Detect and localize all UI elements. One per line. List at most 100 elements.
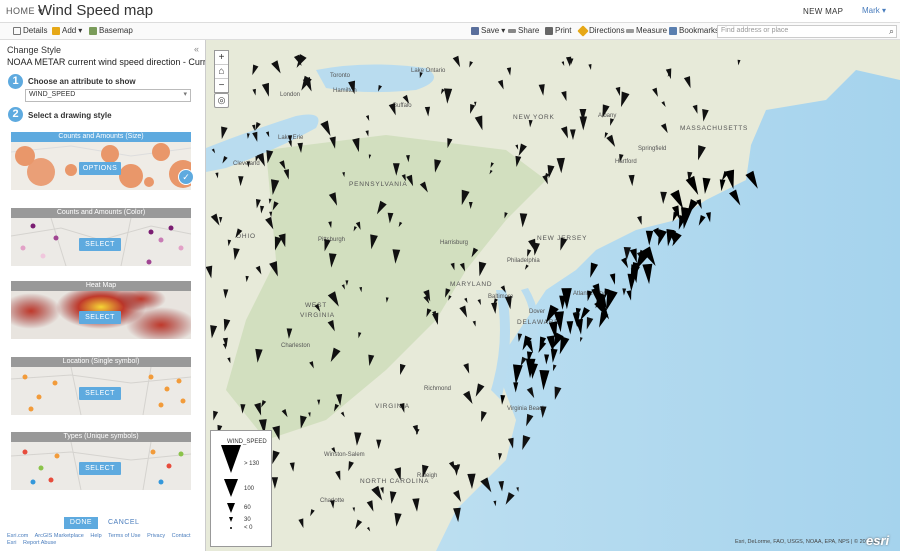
- style-card-size[interactable]: Counts and Amounts (Size) OPTIONS: [11, 132, 191, 190]
- search-placeholder: Find address or place: [721, 27, 789, 34]
- legend-label: < 0: [244, 525, 253, 531]
- locate-button[interactable]: ◎: [214, 93, 229, 108]
- measure-label: Measure: [636, 26, 668, 35]
- footer-link-esri[interactable]: Esri.com: [7, 533, 28, 539]
- legend-label: 100: [244, 486, 255, 492]
- select-color-button[interactable]: SELECT: [79, 238, 121, 251]
- map-canvas[interactable]: Lake OntarioLake EriePENNSYLVANIANEW YOR…: [206, 40, 900, 551]
- chevron-down-icon: ▾: [183, 91, 187, 98]
- map-place-label: Richmond: [424, 386, 451, 392]
- layer-name: NOAA METAR current wind speed direction …: [7, 57, 206, 67]
- map-place-label: Springfield: [638, 146, 666, 152]
- add-button[interactable]: Add ▾: [52, 26, 82, 35]
- search-input[interactable]: Find address or place ⌕: [717, 25, 897, 38]
- home-extent-button[interactable]: ⌂: [215, 65, 228, 79]
- footer-link-help[interactable]: Help: [90, 533, 101, 539]
- chevron-down-icon: ▾: [501, 26, 506, 35]
- style-card-title: Counts and Amounts (Size): [11, 132, 191, 142]
- zoom-out-button[interactable]: −: [215, 79, 228, 92]
- search-icon[interactable]: ⌕: [889, 26, 894, 37]
- print-icon: [545, 26, 553, 35]
- user-menu[interactable]: Mark ▾: [862, 6, 886, 15]
- style-card-types[interactable]: Types (Unique symbols) SELECT: [11, 432, 191, 490]
- map-place-label: Lake Ontario: [411, 68, 446, 74]
- map-place-label: Dover: [529, 309, 545, 315]
- step-2-badge: 2: [8, 107, 23, 122]
- select-types-button[interactable]: SELECT: [79, 462, 121, 475]
- ruler-icon: [626, 28, 634, 33]
- home-label: HOME: [6, 6, 35, 16]
- types-preview: SELECT: [11, 442, 191, 490]
- bookmark-icon: [669, 26, 677, 35]
- measure-button[interactable]: Measure: [626, 26, 667, 35]
- legend-arrow-130: [221, 445, 241, 473]
- map-place-label: Pittsburgh: [318, 237, 345, 243]
- basemap-icon: [89, 26, 97, 35]
- legend-label: > 130: [244, 461, 260, 467]
- map-place-label: NEW YORK: [513, 114, 555, 121]
- map-place-label: MARYLAND: [450, 281, 492, 288]
- collapse-panel-icon[interactable]: «: [194, 44, 199, 54]
- legend-arrow-60: [227, 503, 235, 513]
- map-place-label: PENNSYLVANIA: [349, 181, 408, 188]
- step-2-label: Select a drawing style: [28, 111, 112, 120]
- directions-label: Directions: [589, 26, 625, 35]
- map-place-label: VIRGINIA: [300, 312, 335, 319]
- select-location-button[interactable]: SELECT: [79, 387, 121, 400]
- new-map-button[interactable]: NEW MAP: [803, 7, 843, 16]
- legend-arrow-100: [224, 479, 238, 497]
- style-card-location[interactable]: Location (Single symbol) SELECT: [11, 357, 191, 415]
- location-preview: SELECT: [11, 367, 191, 415]
- print-button[interactable]: Print: [545, 26, 571, 35]
- map-place-label: Albany: [598, 113, 616, 119]
- share-button[interactable]: Share: [508, 26, 539, 35]
- share-icon: [508, 28, 516, 33]
- map-place-label: Buffalo: [393, 103, 412, 109]
- map-place-label: Raleigh: [417, 473, 437, 479]
- attribute-select[interactable]: WIND_SPEED ▾: [25, 89, 191, 102]
- footer-link-terms[interactable]: Terms of Use: [108, 533, 140, 539]
- change-style-panel: Change Style « NOAA METAR current wind s…: [0, 40, 206, 551]
- directions-button[interactable]: Directions: [577, 24, 625, 37]
- chevron-down-icon: ▾: [78, 26, 83, 35]
- heatmap-preview: SELECT: [11, 291, 191, 339]
- bookmarks-button[interactable]: Bookmarks: [669, 26, 719, 35]
- select-heatmap-button[interactable]: SELECT: [79, 311, 121, 324]
- map-attribution: Esri, DeLorme, FAO, USGS, NOAA, EPA, NPS…: [735, 539, 883, 545]
- map-place-label: London: [280, 92, 300, 98]
- footer-link-marketplace[interactable]: ArcGIS Marketplace: [35, 533, 84, 539]
- footer-links: Esri.com ArcGIS Marketplace Help Terms o…: [7, 533, 202, 547]
- step-1-label: Choose an attribute to show: [28, 77, 136, 86]
- cancel-button[interactable]: CANCEL: [108, 519, 139, 526]
- map-place-label: Cleveland: [233, 161, 260, 167]
- zoom-in-button[interactable]: +: [215, 51, 228, 65]
- add-icon: [52, 26, 60, 35]
- map-place-label: Hartford: [615, 159, 637, 165]
- style-card-color[interactable]: Counts and Amounts (Color) SELECT: [11, 208, 191, 266]
- map-place-label: Harrisburg: [440, 240, 468, 246]
- map-view[interactable]: Lake Ontario Lake Erie PENNSYLVANIA NEW YOR…: [206, 40, 900, 551]
- top-bar: HOME ▾ Wind Speed map NEW MAP Mark ▾: [0, 0, 900, 23]
- style-card-heatmap[interactable]: Heat Map SELECT: [11, 281, 191, 339]
- save-button[interactable]: Save ▾: [471, 26, 505, 35]
- map-place-label: NORTH CAROLINA: [360, 478, 429, 485]
- map-place-label: Charleston: [281, 343, 310, 349]
- size-preview: OPTIONS: [11, 142, 191, 190]
- options-button[interactable]: OPTIONS: [79, 162, 121, 175]
- basemap-button[interactable]: Basemap: [89, 26, 133, 35]
- details-button[interactable]: Details: [13, 26, 47, 35]
- esri-logo: esri: [866, 533, 890, 548]
- footer-link-privacy[interactable]: Privacy: [147, 533, 165, 539]
- style-card-title: Types (Unique symbols): [11, 432, 191, 442]
- footer-link-report-abuse[interactable]: Report Abuse: [23, 540, 56, 546]
- legend-label: 30: [244, 517, 251, 523]
- map-place-label: Winston-Salem: [324, 452, 365, 458]
- chevron-down-icon: ▾: [882, 6, 887, 15]
- done-button[interactable]: DONE: [64, 517, 98, 529]
- add-label: Add: [62, 26, 77, 35]
- map-place-label: Toronto: [330, 73, 351, 79]
- selected-check-icon: ✓: [178, 169, 194, 185]
- legend-label: 60: [244, 505, 251, 511]
- print-label: Print: [555, 26, 572, 35]
- map-place-label: Virginia Beach: [507, 406, 546, 412]
